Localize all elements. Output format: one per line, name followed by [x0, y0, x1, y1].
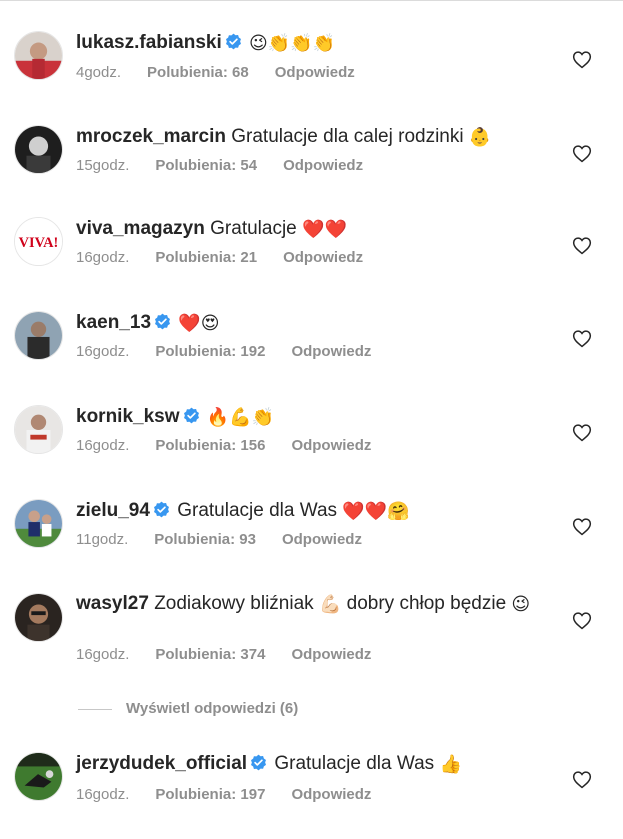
- emoji-text: ❤️❤️🤗: [342, 501, 410, 522]
- comment-meta: 11godz. Polubienia: 93 Odpowiedz: [76, 531, 362, 549]
- likes-count[interactable]: Polubienia: 156: [155, 437, 265, 454]
- comment-meta: 16godz. Polubienia: 156 Odpowiedz: [76, 437, 371, 455]
- emoji-text: ❤️😍: [178, 313, 220, 334]
- like-heart-icon[interactable]: [572, 770, 592, 789]
- profile-photo-icon: [15, 594, 62, 641]
- timestamp: 16godz.: [76, 343, 130, 360]
- username-link[interactable]: zielu_94: [76, 500, 150, 521]
- emoji-text: 👍: [439, 754, 462, 775]
- username-link[interactable]: kaen_13: [76, 312, 151, 333]
- emoji-text: ❤️❤️: [302, 219, 347, 240]
- username-link[interactable]: jerzydudek_official: [76, 753, 247, 774]
- emoji-text: 😉: [511, 594, 531, 615]
- comment-meta: 16godz. Polubienia: 21 Odpowiedz: [76, 249, 363, 267]
- like-heart-icon[interactable]: [572, 423, 592, 442]
- comment-text: dobry chłop będzie: [346, 593, 507, 614]
- reply-button[interactable]: Odpowiedz: [291, 437, 371, 454]
- comment-line: kornik_ksw 🔥💪👏: [76, 405, 553, 429]
- comment-meta: 16godz. Polubienia: 192 Odpowiedz: [76, 343, 371, 361]
- comment-line: wasyl27 Zodiakowy bliźniak 💪🏻 dobry chło…: [76, 592, 553, 616]
- comment-text: Gratulacje: [210, 218, 297, 239]
- like-heart-icon[interactable]: [572, 611, 592, 630]
- likes-count[interactable]: Polubienia: 192: [155, 343, 265, 360]
- timestamp: 11godz.: [76, 531, 129, 548]
- comment-text: Gratulacje dla calej rodzinki: [231, 126, 464, 147]
- avatar[interactable]: [14, 125, 63, 174]
- likes-count[interactable]: Polubienia: 197: [155, 786, 265, 803]
- timestamp: 16godz.: [76, 437, 130, 454]
- comment-line: kaen_13 ❤️😍: [76, 311, 553, 335]
- comment-line: viva_magazyn Gratulacje ❤️❤️: [76, 217, 553, 241]
- profile-photo-icon: [15, 32, 62, 79]
- verified-badge-icon: [154, 313, 171, 330]
- comment-line: jerzydudek_official Gratulacje dla Was 👍: [76, 752, 553, 776]
- timestamp: 16godz.: [76, 646, 130, 663]
- likes-count[interactable]: Polubienia: 68: [147, 64, 249, 81]
- avatar[interactable]: [14, 752, 63, 801]
- emoji-text: 🔥💪👏: [206, 407, 275, 428]
- timestamp: 15godz.: [76, 157, 130, 174]
- reply-button[interactable]: Odpowiedz: [291, 343, 371, 360]
- username-link[interactable]: lukasz.fabianski: [76, 32, 222, 53]
- top-divider: [0, 0, 623, 1]
- reply-button[interactable]: Odpowiedz: [282, 531, 362, 548]
- profile-photo-icon: [15, 312, 62, 359]
- username-link[interactable]: wasyl27: [76, 593, 149, 614]
- like-heart-icon[interactable]: [572, 236, 592, 255]
- like-heart-icon[interactable]: [572, 329, 592, 348]
- verified-badge-icon: [250, 754, 267, 771]
- likes-count[interactable]: Polubienia: 93: [154, 531, 256, 548]
- verified-badge-icon: [153, 501, 170, 518]
- like-heart-icon[interactable]: [572, 50, 592, 69]
- avatar[interactable]: [14, 499, 63, 548]
- comment-line: lukasz.fabianski 😉👏👏👏: [76, 31, 553, 55]
- profile-photo-icon: [15, 753, 62, 800]
- reply-button[interactable]: Odpowiedz: [283, 249, 363, 266]
- profile-photo-icon: [15, 126, 62, 173]
- comment-text: Zodiakowy bliźniak: [154, 593, 314, 614]
- reply-button[interactable]: Odpowiedz: [291, 786, 371, 803]
- comment-meta: 16godz. Polubienia: 197 Odpowiedz: [76, 786, 371, 804]
- comment-meta: 16godz. Polubienia: 374 Odpowiedz: [76, 646, 371, 664]
- emoji-text: 👶: [468, 127, 492, 148]
- profile-photo-icon: [15, 406, 62, 453]
- comment-text: Gratulacje dla Was: [274, 753, 435, 774]
- viva-logo-icon: VIVA!: [15, 218, 62, 265]
- likes-count[interactable]: Polubienia: 21: [155, 249, 257, 266]
- reply-button[interactable]: Odpowiedz: [291, 646, 371, 663]
- comment-text: Gratulacje dla Was: [177, 500, 338, 521]
- avatar[interactable]: [14, 405, 63, 454]
- reply-button[interactable]: Odpowiedz: [275, 64, 355, 81]
- username-link[interactable]: mroczek_marcin: [76, 126, 226, 147]
- verified-badge-icon: [183, 407, 200, 424]
- avatar[interactable]: [14, 311, 63, 360]
- comment-line: mroczek_marcin Gratulacje dla calej rodz…: [76, 125, 553, 149]
- avatar[interactable]: [14, 593, 63, 642]
- comment-meta: 15godz. Polubienia: 54 Odpowiedz: [76, 157, 363, 175]
- view-replies-button[interactable]: Wyświetl odpowiedzi (6): [78, 700, 298, 718]
- svg-text:VIVA!: VIVA!: [19, 235, 59, 251]
- verified-badge-icon: [225, 33, 242, 50]
- emoji-text: 😉👏👏👏: [249, 33, 336, 54]
- comment-meta: 4godz. Polubienia: 68 Odpowiedz: [76, 64, 355, 82]
- like-heart-icon[interactable]: [572, 144, 592, 163]
- username-link[interactable]: kornik_ksw: [76, 406, 180, 427]
- timestamp: 4godz.: [76, 64, 122, 81]
- timestamp: 16godz.: [76, 249, 130, 266]
- avatar[interactable]: [14, 31, 63, 80]
- like-heart-icon[interactable]: [572, 517, 592, 536]
- username-link[interactable]: viva_magazyn: [76, 218, 205, 239]
- reply-button[interactable]: Odpowiedz: [283, 157, 363, 174]
- likes-count[interactable]: Polubienia: 54: [155, 157, 257, 174]
- avatar[interactable]: VIVA!: [14, 217, 63, 266]
- timestamp: 16godz.: [76, 786, 130, 803]
- profile-photo-icon: [15, 500, 62, 547]
- likes-count[interactable]: Polubienia: 374: [155, 646, 265, 663]
- replies-divider: [78, 708, 112, 710]
- view-replies-label: Wyświetl odpowiedzi (6): [126, 700, 299, 717]
- emoji-text: 💪🏻: [318, 594, 342, 615]
- comment-line: zielu_94 Gratulacje dla Was ❤️❤️🤗: [76, 499, 553, 523]
